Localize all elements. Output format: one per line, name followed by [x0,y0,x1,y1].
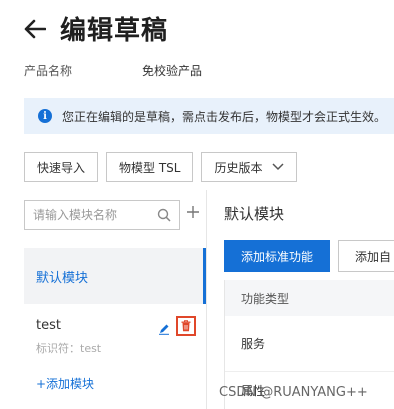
module-search [24,200,180,230]
add-standard-function-label: 添加标准功能 [240,249,313,264]
draft-notice: i 您正在编辑的是草稿，需点击发布后，物模型才会正式生效。 [24,98,394,134]
toolbar: 快速导入 物模型 TSL 历史版本 [24,152,305,182]
search-icon[interactable] [157,208,171,222]
product-name-value: 免校验产品 [142,64,203,78]
delete-button[interactable] [176,316,196,336]
add-custom-function-button[interactable]: 添加自 [338,240,394,272]
edit-icon[interactable] [158,320,170,339]
page-title: 编辑草稿 [60,16,169,46]
info-icon: i [38,109,52,123]
draft-notice-text: 您正在编辑的是草稿，需点击发布后，物模型才会正式生效。 [62,109,387,124]
add-custom-function-label: 添加自 [355,249,392,264]
trash-icon [181,317,191,336]
module-title: 默认模块 [224,205,285,223]
product-name-label: 产品名称 [24,64,73,78]
quick-import-label: 快速导入 [37,160,86,175]
watermark: CSDN @RUANYANG++ [219,385,368,400]
product-meta: 产品名称 免校验产品 [24,62,202,79]
arrow-left-icon[interactable] [22,16,48,42]
add-module-link[interactable]: +添加模块 [36,375,94,392]
quick-import-button[interactable]: 快速导入 [24,152,99,182]
add-module-plus-icon[interactable] [184,205,202,223]
module-item-default[interactable]: 默认模块 [24,248,206,304]
add-standard-function-button[interactable]: 添加标准功能 [224,240,330,272]
module-item-default-label: 默认模块 [36,270,89,286]
page-header: 编辑草稿 [22,10,168,47]
module-item-test-identifier: 标识符：test [36,342,102,355]
panel-divider [206,190,207,409]
table-row: 服务 [225,316,394,372]
tsl-button[interactable]: 物模型 TSL [106,152,194,182]
module-item-test[interactable]: test 标识符：test [24,312,206,358]
module-search-input[interactable] [33,208,153,222]
history-version-label: 历史版本 [214,160,263,175]
tsl-label: 物模型 TSL [119,160,181,175]
selected-indicator [203,248,206,304]
module-item-test-name: test [36,318,61,333]
history-version-dropdown[interactable]: 历史版本 [201,152,298,182]
chevron-down-icon [272,163,285,171]
table-header-function-type: 功能类型 [225,280,394,316]
